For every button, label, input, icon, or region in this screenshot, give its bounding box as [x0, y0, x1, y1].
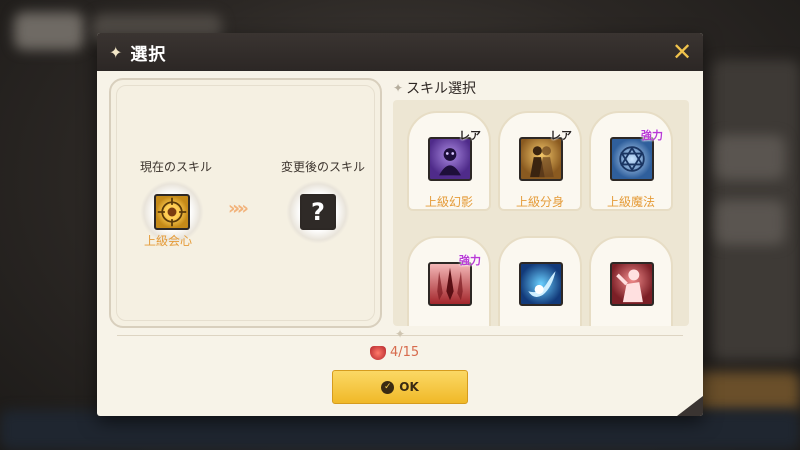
skill-select-heading: ✦ スキル選択 [393, 81, 477, 97]
close-x-icon: ✕ [671, 38, 693, 66]
dialog-title: 選択 [130, 44, 167, 65]
cost-display: 4/15 [370, 345, 419, 360]
skill-card-blade[interactable]: 強力 [407, 236, 491, 326]
sparkle-icon: ✦ [393, 81, 404, 95]
ok-button[interactable]: ✓ OK [332, 370, 468, 404]
close-button[interactable]: ✕ [669, 39, 695, 65]
skill-name: 上級分身 [515, 195, 564, 209]
critical-skill-icon [154, 194, 190, 230]
strong-tag: 強力 [459, 254, 481, 267]
blade-skill-icon [428, 262, 472, 306]
clone-skill-icon [519, 137, 563, 181]
skill-select-dialog: ✦ 選択 ✕ 現在のスキル 変更後のスキル 上級会心 »»» ? ✦ スキル選択… [97, 33, 703, 416]
fury-skill-icon [610, 262, 654, 306]
skill-name: 上級幻影 [424, 195, 473, 209]
ok-label: OK [399, 380, 419, 394]
phantom-skill-icon [428, 137, 472, 181]
skill-card-magic[interactable]: 強力 上級魔法 [589, 111, 673, 211]
strong-tag: 強力 [641, 129, 663, 142]
after-skill-slot: ? [286, 180, 350, 244]
check-icon: ✓ [381, 380, 395, 394]
cost-value: 4/15 [390, 345, 420, 360]
skill-card-fury[interactable] [589, 236, 673, 326]
skill-grid: レア 上級幻影 レア 上級分身 強力 上級魔法 強力 [393, 100, 689, 326]
sparkle-icon: ✦ [109, 42, 123, 62]
skill-card-clone[interactable]: レア 上級分身 [498, 111, 582, 211]
skill-card-flame[interactable] [498, 236, 582, 326]
skill-name: 上級魔法 [606, 195, 655, 209]
current-skill-label: 現在のスキル [140, 160, 213, 174]
current-skill-name: 上級会心 [144, 234, 193, 248]
current-skill-panel: 現在のスキル 変更後のスキル 上級会心 »»» ? [109, 78, 382, 328]
arrow-right-icon: »»» [228, 198, 249, 219]
corner-decoration [677, 396, 703, 416]
rare-tag: レア [550, 129, 572, 142]
skill-card-phantom[interactable]: レア 上級幻影 [407, 111, 491, 211]
after-skill-label: 変更後のスキル [281, 160, 366, 174]
blue-flame-icon [519, 262, 563, 306]
question-mark-icon: ? [300, 194, 336, 230]
rare-tag: レア [459, 129, 481, 142]
sparkle-icon: ✦ [395, 327, 406, 341]
magic-circle-icon [610, 137, 654, 181]
ruby-icon [370, 345, 386, 360]
dialog-header: ✦ 選択 ✕ [97, 33, 703, 71]
